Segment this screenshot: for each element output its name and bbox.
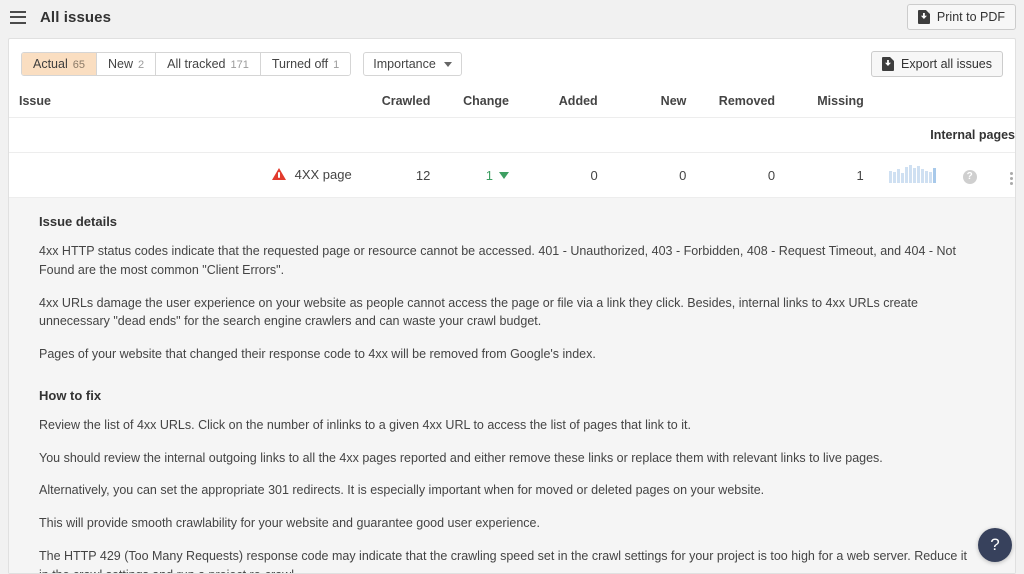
download-document-icon — [882, 57, 894, 71]
table-row[interactable]: 4XX page 12 1 0 0 0 1 ? — [9, 153, 1015, 198]
cell-missing: 1 — [775, 153, 864, 198]
tab-actual-label: Actual — [33, 53, 68, 75]
hamburger-icon[interactable] — [10, 11, 26, 24]
column-header-change[interactable]: Change — [430, 88, 509, 118]
kebab-menu-icon[interactable] — [1008, 170, 1015, 187]
cell-change: 1 — [430, 153, 509, 198]
issues-card: Actual 65 New 2 All tracked 171 Turned o… — [8, 38, 1016, 574]
tab-turned-off-label: Turned off — [272, 53, 328, 75]
how-to-fix-paragraph-2: You should review the internal outgoing … — [39, 449, 979, 468]
issue-details-heading: Issue details — [39, 214, 993, 229]
tab-all-tracked[interactable]: All tracked 171 — [156, 53, 261, 75]
issues-table: Issue Crawled Change Added New Removed M… — [9, 88, 1015, 198]
how-to-fix-paragraph-4: This will provide smooth crawlability fo… — [39, 514, 979, 533]
print-to-pdf-label: Print to PDF — [937, 11, 1005, 24]
cell-actions — [977, 153, 1015, 198]
tab-actual[interactable]: Actual 65 — [22, 53, 97, 75]
tab-new-count: 2 — [138, 54, 144, 76]
cell-added: 0 — [509, 153, 598, 198]
warning-triangle-icon — [272, 168, 286, 180]
sparkline-chart — [889, 165, 936, 183]
export-all-issues-button[interactable]: Export all issues — [871, 51, 1003, 77]
group-row-internal-pages: Internal pages — [9, 118, 1015, 153]
issue-details-paragraph-3: Pages of your website that changed their… — [39, 345, 979, 364]
importance-dropdown-label: Importance — [373, 57, 436, 71]
cell-new: 0 — [598, 153, 687, 198]
tab-all-tracked-count: 171 — [231, 54, 249, 76]
issue-name-label[interactable]: 4XX page — [295, 167, 352, 182]
column-header-missing[interactable]: Missing — [775, 88, 864, 118]
top-bar: All issues Print to PDF — [0, 0, 1024, 34]
importance-dropdown[interactable]: Importance — [363, 52, 462, 76]
cell-help: ? — [936, 153, 976, 198]
column-header-crawled[interactable]: Crawled — [352, 88, 431, 118]
column-header-removed[interactable]: Removed — [686, 88, 775, 118]
question-circle-icon[interactable]: ? — [963, 170, 977, 184]
cell-trend — [864, 153, 937, 198]
help-fab-button[interactable]: ? — [978, 528, 1012, 562]
cell-removed: 0 — [686, 153, 775, 198]
issue-details-paragraph-2: 4xx URLs damage the user experience on y… — [39, 294, 979, 332]
triangle-down-icon — [499, 172, 509, 179]
column-header-issue[interactable]: Issue — [9, 88, 352, 118]
download-document-icon — [918, 10, 930, 24]
how-to-fix-heading: How to fix — [39, 388, 993, 403]
issue-details-panel: Issue details 4xx HTTP status codes indi… — [9, 198, 1015, 574]
page-title: All issues — [40, 9, 111, 26]
print-to-pdf-button[interactable]: Print to PDF — [907, 4, 1016, 30]
tab-turned-off-count: 1 — [333, 54, 339, 76]
column-header-trend — [864, 88, 937, 118]
tab-new-label: New — [108, 53, 133, 75]
how-to-fix-paragraph-1: Review the list of 4xx URLs. Click on th… — [39, 416, 979, 435]
chevron-down-icon — [444, 62, 452, 67]
filter-bar-actions: Export all issues — [871, 51, 1003, 77]
tab-all-tracked-label: All tracked — [167, 53, 225, 75]
column-header-help — [936, 88, 976, 118]
top-bar-actions: Print to PDF — [907, 4, 1016, 30]
export-all-issues-label: Export all issues — [901, 58, 992, 71]
tab-actual-count: 65 — [73, 54, 85, 76]
tab-turned-off[interactable]: Turned off 1 — [261, 53, 350, 75]
column-header-actions — [977, 88, 1015, 118]
column-header-added[interactable]: Added — [509, 88, 598, 118]
how-to-fix-paragraph-5: The HTTP 429 (Too Many Requests) respons… — [39, 547, 979, 574]
how-to-fix-paragraph-3: Alternatively, you can set the appropria… — [39, 481, 979, 500]
change-value: 1 — [486, 168, 493, 183]
filter-bar: Actual 65 New 2 All tracked 171 Turned o… — [9, 39, 1015, 88]
tab-new[interactable]: New 2 — [97, 53, 156, 75]
issue-cell: 4XX page — [9, 153, 352, 198]
cell-crawled: 12 — [352, 153, 431, 198]
table-header-row: Issue Crawled Change Added New Removed M… — [9, 88, 1015, 118]
filter-tab-group: Actual 65 New 2 All tracked 171 Turned o… — [21, 52, 351, 76]
column-header-new[interactable]: New — [598, 88, 687, 118]
issue-details-paragraph-1: 4xx HTTP status codes indicate that the … — [39, 242, 979, 280]
group-label: Internal pages — [9, 118, 1015, 153]
